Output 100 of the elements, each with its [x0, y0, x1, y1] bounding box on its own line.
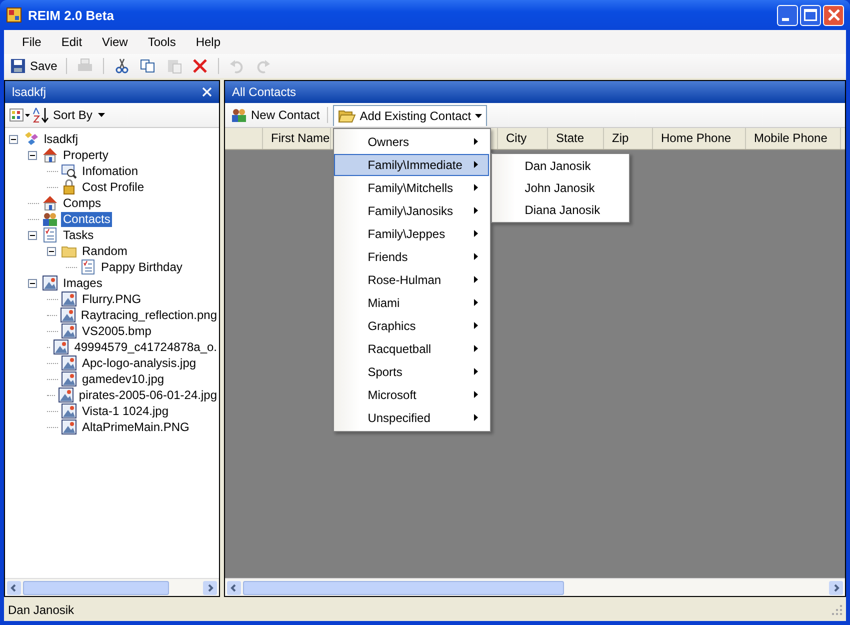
tree-item[interactable]: Infomation: [80, 164, 140, 178]
submenu-arrow-icon: [474, 345, 478, 352]
submenu-arrow-icon: [474, 368, 478, 375]
tree-item[interactable]: Flurry.PNG: [80, 292, 144, 306]
menu-item[interactable]: File: [12, 35, 52, 49]
image-file-icon: [61, 403, 77, 419]
image-file-icon: [58, 387, 74, 403]
menu-item[interactable]: Edit: [51, 35, 92, 49]
padlock-icon: [61, 179, 77, 195]
resize-grip-icon[interactable]: [832, 605, 842, 615]
menu-item[interactable]: Tools: [138, 35, 186, 49]
tree-item[interactable]: AltaPrimeMain.PNG: [80, 420, 192, 434]
menu-item[interactable]: Diana Janosik: [492, 198, 629, 220]
menu-item[interactable]: Dan Janosik: [492, 154, 629, 176]
sort-az-icon[interactable]: [33, 107, 49, 123]
tree-item[interactable]: 49994579_c41724878a_o.: [72, 340, 219, 354]
scissors-icon[interactable]: [114, 58, 130, 74]
window-magnifier-icon: [61, 163, 77, 179]
tree-item[interactable]: pirates-2005-06-01-24.jpg: [76, 388, 219, 402]
menu-item[interactable]: Family\Mitchells: [334, 176, 489, 198]
image-file-icon: [53, 339, 70, 355]
menu-item[interactable]: Help: [186, 35, 231, 49]
horizontal-scrollbar[interactable]: [5, 578, 219, 596]
people-icon: [231, 107, 247, 123]
column-header[interactable]: Home Phone: [653, 128, 746, 149]
new-contact-button[interactable]: New Contact: [229, 105, 322, 125]
collapse-icon[interactable]: [47, 246, 56, 256]
collapse-icon[interactable]: [28, 230, 37, 240]
tree-item[interactable]: Pappy Birthday: [99, 260, 184, 274]
column-header[interactable]: Zip: [604, 128, 653, 149]
submenu-arrow-icon: [474, 138, 478, 145]
tree-item[interactable]: gamedev10.jpg: [80, 372, 166, 386]
submenu-arrow-icon: [474, 299, 478, 306]
menu-item[interactable]: Rose-Hulman: [334, 268, 489, 290]
people-icon: [42, 211, 58, 227]
menu-item[interactable]: Racquetball: [334, 338, 489, 360]
menu-item[interactable]: Unspecified: [334, 406, 489, 428]
menu-item[interactable]: Miami: [334, 292, 489, 314]
status-text: Dan Janosik: [8, 603, 74, 617]
image-file-icon: [61, 419, 77, 435]
image-file-icon: [61, 323, 77, 339]
collapse-icon[interactable]: [28, 150, 37, 160]
tree-item[interactable]: Cost Profile: [80, 180, 146, 194]
tree-item[interactable]: VS2005.bmp: [80, 324, 154, 338]
menu-item[interactable]: Family\Janosiks: [334, 200, 489, 222]
delete-icon[interactable]: [192, 58, 208, 74]
column-header[interactable]: First Name: [263, 128, 331, 149]
minimize-button[interactable]: [777, 4, 798, 26]
copy-icon[interactable]: [140, 58, 156, 74]
menu-item[interactable]: John Janosik: [492, 176, 629, 198]
open-folder-icon: [338, 108, 356, 124]
menu-item[interactable]: Microsoft: [334, 384, 489, 406]
tree-item[interactable]: Contacts: [61, 212, 112, 226]
submenu-arrow-icon: [474, 276, 478, 283]
diamond-icon: [23, 131, 39, 147]
panel-title: lsadkfj: [12, 85, 46, 99]
horizontal-scrollbar[interactable]: [225, 578, 845, 596]
view-options-icon[interactable]: [9, 108, 31, 122]
tree-item[interactable]: Apc-logo-analysis.jpg: [80, 356, 198, 370]
tree-item[interactable]: Images: [61, 276, 104, 290]
tree-item[interactable]: Vista-1 1024.jpg: [80, 404, 171, 418]
panel-title: All Contacts: [232, 85, 296, 99]
image-file-icon: [42, 275, 58, 291]
scroll-left-icon[interactable]: [7, 580, 21, 594]
image-file-icon: [61, 355, 77, 371]
menu-item[interactable]: View: [92, 35, 138, 49]
house-icon: [42, 147, 58, 163]
column-header[interactable]: Mobile Phone: [746, 128, 841, 149]
menu-item[interactable]: Family\Jeppes: [334, 222, 489, 244]
collapse-icon[interactable]: [9, 134, 18, 144]
checklist-icon: [42, 227, 58, 243]
scroll-left-icon[interactable]: [227, 580, 241, 594]
maximize-button[interactable]: [800, 4, 821, 26]
scroll-right-icon[interactable]: [829, 580, 843, 594]
add-existing-contact-dropdown[interactable]: Add Existing Contact: [332, 104, 488, 126]
tree-item[interactable]: Comps: [61, 196, 104, 210]
minimize-icon: [782, 18, 789, 20]
scroll-right-icon[interactable]: [203, 580, 217, 594]
column-header[interactable]: State: [548, 128, 604, 149]
tree-item[interactable]: Raytracing_reflection.png: [78, 308, 219, 322]
app-icon: [6, 7, 22, 23]
menu-item[interactable]: Friends: [334, 246, 489, 268]
menu-item[interactable]: Sports: [334, 360, 489, 382]
menu-item[interactable]: Family\Immediate: [334, 154, 489, 176]
tree-item[interactable]: Tasks: [61, 228, 96, 242]
caret-icon: [98, 113, 106, 117]
menu-item[interactable]: Owners: [334, 130, 489, 152]
submenu-arrow-icon: [474, 322, 478, 329]
tree-item[interactable]: Property: [61, 148, 110, 162]
close-icon[interactable]: [202, 87, 212, 97]
save-button[interactable]: Save: [8, 56, 60, 76]
tree-item[interactable]: Random: [80, 244, 130, 258]
menu-item[interactable]: Graphics: [334, 314, 489, 336]
close-button[interactable]: [823, 4, 844, 26]
submenu-arrow-icon: [474, 184, 478, 191]
sort-by-dropdown[interactable]: Sort By: [51, 108, 108, 122]
collapse-icon[interactable]: [28, 278, 37, 288]
tree-item[interactable]: lsadkfj: [42, 132, 80, 146]
submenu-arrow-icon: [474, 391, 478, 398]
column-header[interactable]: City: [498, 128, 548, 149]
